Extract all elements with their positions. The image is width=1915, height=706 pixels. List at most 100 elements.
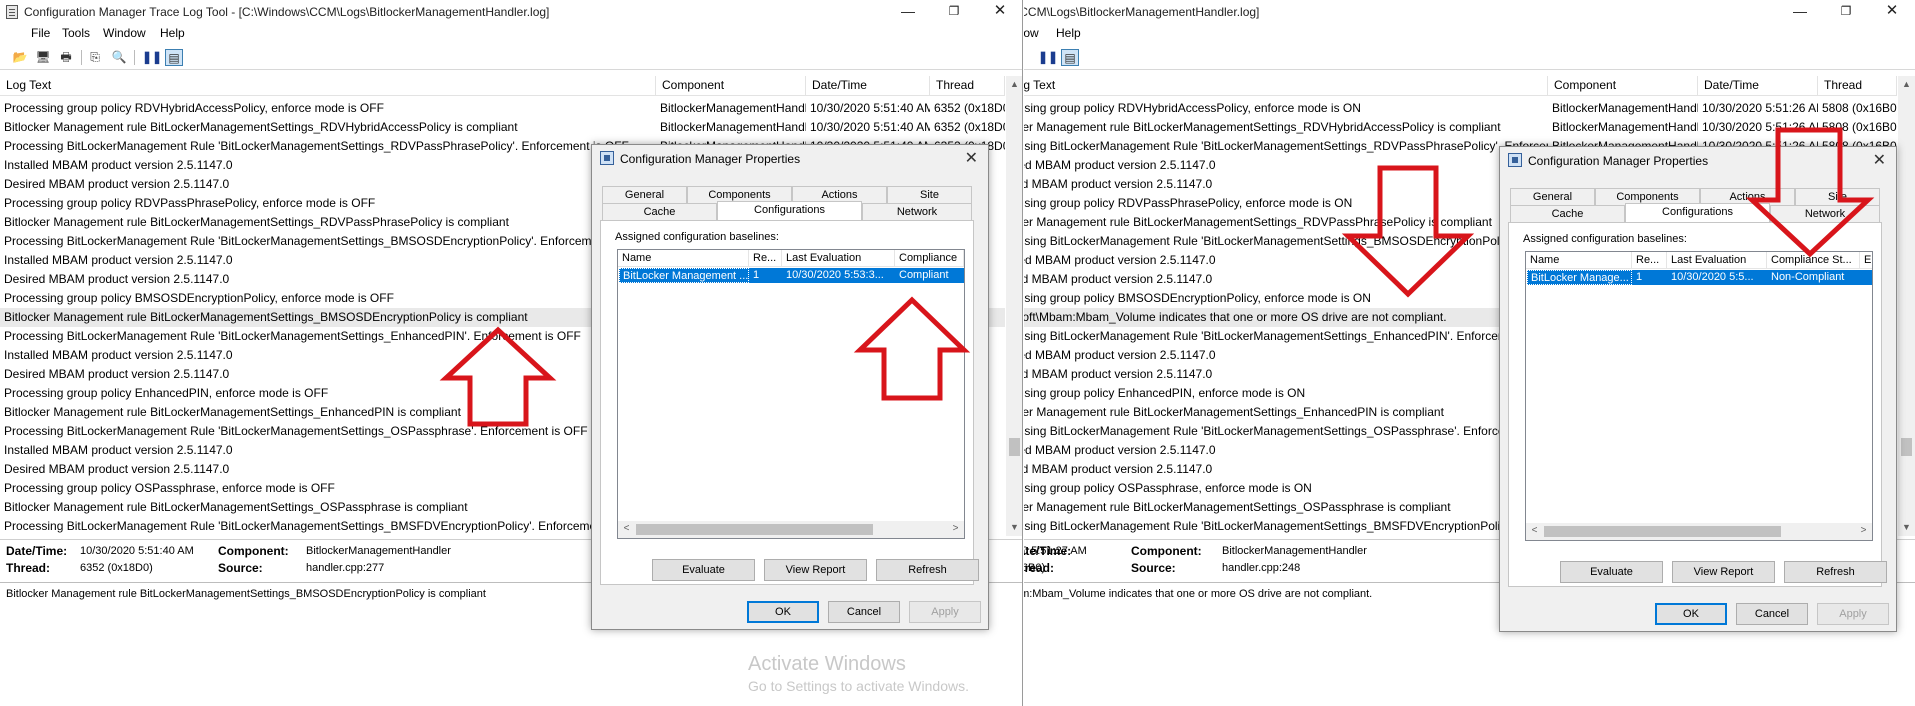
tab-site[interactable]: Site [887,186,972,203]
scroll-thumb[interactable] [636,524,873,535]
scroll-left-arrow-icon[interactable]: < [1526,523,1543,540]
close-window-button[interactable]: ✕ [977,0,1022,24]
tab-general[interactable]: General [1510,188,1595,205]
datetime-value: 10/30/2020 5:51:40 AM [80,545,194,557]
log-text-cell: Processing BitLockerManagement Rule 'Bit… [1024,424,1548,438]
log-list-header: Log Text Component Date/Time Thread [1024,76,1897,96]
baseline-row[interactable]: BitLocker Management ... 1 10/30/2020 5:… [619,268,964,283]
restore-button[interactable]: ❐ [931,0,977,24]
minimize-button[interactable]: — [885,0,931,24]
log-row[interactable]: Processing group policy RDVHybridAccessP… [0,99,1005,118]
find-icon[interactable]: 🔍 [110,49,128,66]
column-compliance[interactable]: Compliance [895,250,964,267]
column-thread[interactable]: Thread [930,76,1005,96]
pause-icon[interactable]: ❚❚ [1038,49,1058,66]
scroll-thumb[interactable] [1009,438,1020,456]
details-pane-icon[interactable]: ▤ [165,49,183,66]
column-thread[interactable]: Thread [1818,76,1897,96]
scroll-right-arrow-icon[interactable]: > [947,521,964,538]
scroll-down-arrow-icon[interactable]: ▼ [1898,519,1915,536]
scroll-down-arrow-icon[interactable]: ▼ [1006,519,1022,536]
tab-configurations[interactable]: Configurations [717,201,862,220]
view-report-button[interactable]: View Report [1672,561,1775,583]
log-text-cell: Bitlocker Management rule BitLockerManag… [4,500,468,514]
column-revision[interactable]: Re... [749,250,782,267]
column-name[interactable]: Name [618,250,749,267]
ok-button[interactable]: OK [747,601,819,623]
list-horizontal-scrollbar[interactable]: < > [618,521,964,538]
scroll-thumb[interactable] [1901,438,1912,456]
close-window-button[interactable]: ✕ [1869,0,1915,24]
column-name[interactable]: Name [1526,252,1632,269]
log-text-cell: Bitlocker Management rule BitLockerManag… [4,405,461,419]
column-component[interactable]: Component [656,76,806,96]
scroll-left-arrow-icon[interactable]: < [618,521,635,538]
copy-icon[interactable]: ⎘ [86,49,104,66]
log-text-cell: Desired MBAM product version 2.5.1147.0 [4,272,230,286]
cancel-button[interactable]: Cancel [1736,603,1808,625]
menu-tools[interactable]: Tools [62,26,90,40]
datetime-value: 10/30/2020 5:51:27 AM [1024,545,1087,557]
baseline-compliance: Non-Compliant [1771,271,1845,283]
scroll-right-arrow-icon[interactable]: > [1855,523,1872,540]
column-datetime[interactable]: Date/Time [1698,76,1818,96]
window-title: Configuration Manager Trace Log Tool - [… [1024,5,1260,19]
print-icon[interactable]: 🖶 [57,49,75,66]
log-row[interactable]: Bitlocker Management rule BitLockerManag… [0,118,1005,137]
column-component[interactable]: Component [1548,76,1698,96]
scroll-up-arrow-icon[interactable]: ▲ [1898,76,1915,93]
log-vertical-scrollbar[interactable]: ▲ ▼ [1898,76,1915,536]
log-text-cell: Desired MBAM product version 2.5.1147.0 [4,177,230,191]
datetime-cell: 10/30/2020 5:51:40 AM [810,120,930,134]
refresh-button[interactable]: Refresh [876,559,979,581]
log-text-cell: Desired MBAM product version 2.5.1147.0 [4,462,230,476]
baseline-row[interactable]: BitLocker Manage... 1 10/30/2020 5:5... … [1527,270,1872,285]
pause-icon[interactable]: ❚❚ [142,49,162,66]
apply-button[interactable]: Apply [1817,603,1889,625]
scroll-thumb[interactable] [1544,526,1781,537]
tab-network[interactable]: Network [862,203,972,220]
log-row[interactable]: Processing group policy RDVHybridAccessP… [1024,99,1897,118]
component-cell: BitlockerManagementHandler [1552,101,1698,115]
tab-general[interactable]: General [602,186,687,203]
log-text-cell: Processing BitLockerManagement Rule 'Bit… [4,234,648,248]
scroll-up-arrow-icon[interactable]: ▲ [1006,76,1022,93]
datetime-cell: 10/30/2020 5:51:26 AM [1702,101,1818,115]
baselines-list-header: Name Re... Last Evaluation Compliance [618,250,964,267]
ok-button[interactable]: OK [1655,603,1727,625]
column-log-text[interactable]: Log Text [0,76,656,96]
log-text-cell: Desired MBAM product version 2.5.1147.0 [4,367,230,381]
tab-cache[interactable]: Cache [1510,205,1625,222]
view-report-button[interactable]: View Report [764,559,867,581]
column-last-evaluation[interactable]: Last Evaluation [782,250,895,267]
dialog-close-icon[interactable]: ✕ [965,148,978,168]
apply-button[interactable]: Apply [909,601,981,623]
configurations-panel: Assigned configuration baselines: Name R… [600,220,979,585]
log-vertical-scrollbar[interactable]: ▲ ▼ [1006,76,1022,536]
baseline-revision: 1 [1636,271,1643,283]
menu-file[interactable]: File [31,26,50,40]
menu-help[interactable]: Help [160,26,185,40]
tab-cache[interactable]: Cache [602,203,717,220]
menu-window[interactable]: Window [1024,26,1039,40]
dialog-close-icon[interactable]: ✕ [1873,150,1886,170]
evaluate-button[interactable]: Evaluate [652,559,755,581]
source-value: handler.cpp:277 [306,562,385,574]
open-folder-icon[interactable]: 📂 [11,49,29,66]
activate-windows-subtitle: Go to Settings to activate Windows. [748,678,969,694]
toolbar: 📂 🖥 🖶 ⎘ 🔍 ❚❚ ▤ [0,46,1022,70]
restore-button[interactable]: ❐ [1823,0,1869,24]
details-pane-icon[interactable]: ▤ [1061,49,1079,66]
evaluate-button[interactable]: Evaluate [1560,561,1663,583]
column-log-text[interactable]: Log Text [1024,76,1548,96]
column-datetime[interactable]: Date/Time [806,76,930,96]
menu-help[interactable]: Help [1056,26,1081,40]
open-remote-icon[interactable]: 🖥 [34,49,52,66]
baselines-list[interactable]: Name Re... Last Evaluation Compliance St… [1525,251,1873,541]
minimize-button[interactable]: — [1777,0,1823,24]
cancel-button[interactable]: Cancel [828,601,900,623]
column-revision[interactable]: Re... [1632,252,1667,269]
refresh-button[interactable]: Refresh [1784,561,1887,583]
menu-window[interactable]: Window [103,26,146,40]
list-horizontal-scrollbar[interactable]: < > [1526,523,1872,540]
